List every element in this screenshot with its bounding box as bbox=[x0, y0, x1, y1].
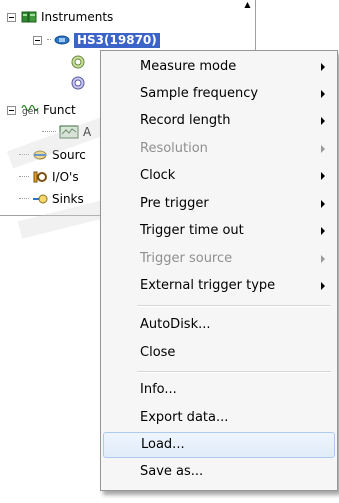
context-menu: Measure mode Sample frequency Record len… bbox=[100, 50, 338, 491]
tree-item-channel-2[interactable] bbox=[70, 74, 90, 90]
menu-item-load[interactable]: Load... bbox=[103, 432, 335, 458]
sinks-icon bbox=[32, 192, 48, 206]
tree-connector bbox=[42, 131, 56, 133]
tree-item-function-generator[interactable]: gen Funct bbox=[7, 102, 76, 118]
tree-connector bbox=[19, 198, 29, 200]
submenu-arrow-icon bbox=[321, 227, 325, 235]
collapse-icon[interactable] bbox=[7, 105, 16, 115]
menu-item-resolution[interactable]: Resolution bbox=[103, 136, 335, 162]
menu-item-label: Info... bbox=[140, 382, 177, 397]
generator-icon: gen bbox=[21, 103, 39, 117]
source-icon bbox=[32, 148, 48, 162]
submenu-arrow-icon bbox=[321, 117, 325, 125]
tree-item-label: I/O's bbox=[52, 170, 79, 184]
channel-icon bbox=[70, 75, 86, 90]
menu-item-label: Save as... bbox=[140, 464, 204, 479]
menu-item-label: AutoDisk... bbox=[140, 317, 211, 332]
menu-item-label: Trigger time out bbox=[140, 223, 244, 238]
menu-item-label: External trigger type bbox=[140, 278, 276, 293]
submenu-arrow-icon bbox=[321, 172, 325, 180]
menu-item-external-trigger-type[interactable]: External trigger type bbox=[103, 273, 335, 299]
tree-item-sources[interactable]: Sourc bbox=[19, 147, 86, 163]
tree-item-label: Funct bbox=[43, 103, 76, 117]
tree-item-sinks[interactable]: Sinks bbox=[19, 191, 84, 207]
tree-item-display[interactable]: A bbox=[42, 124, 91, 140]
scroll-up-arrow-icon[interactable]: ▲ bbox=[243, 0, 252, 10]
generator-icon-text: gen bbox=[22, 107, 39, 117]
menu-item-clock[interactable]: Clock bbox=[103, 163, 335, 189]
menu-item-label: Load... bbox=[141, 437, 185, 452]
tree-connector bbox=[19, 176, 29, 178]
tree-item-ios[interactable]: I/O's bbox=[19, 169, 79, 185]
tree-item-label: HS3(19870) bbox=[74, 32, 160, 48]
menu-item-info[interactable]: Info... bbox=[103, 377, 335, 403]
menu-separator bbox=[137, 371, 331, 373]
menu-item-trigger-time-out[interactable]: Trigger time out bbox=[103, 218, 335, 244]
submenu-arrow-icon bbox=[321, 200, 325, 208]
menu-item-sample-frequency[interactable]: Sample frequency bbox=[103, 81, 335, 107]
display-icon bbox=[59, 125, 79, 139]
menu-item-label: Export data... bbox=[140, 410, 229, 425]
menu-item-label: Clock bbox=[140, 168, 176, 183]
menu-item-label: Resolution bbox=[140, 141, 208, 156]
collapse-icon[interactable] bbox=[33, 35, 42, 45]
menu-item-label: Measure mode bbox=[140, 59, 237, 74]
tree-connector bbox=[47, 39, 51, 41]
tree-item-channel-1[interactable] bbox=[70, 53, 90, 69]
io-icon bbox=[32, 170, 48, 184]
menu-item-export-data[interactable]: Export data... bbox=[103, 405, 335, 431]
menu-separator bbox=[137, 305, 331, 307]
collapse-icon[interactable] bbox=[7, 12, 16, 22]
tree-connector bbox=[19, 154, 29, 156]
submenu-arrow-icon bbox=[321, 282, 325, 290]
device-icon bbox=[54, 33, 70, 47]
menu-item-label: Sample frequency bbox=[140, 86, 259, 101]
tree-item-label: Sourc bbox=[52, 148, 86, 162]
tree-item-hs3[interactable]: HS3(19870) bbox=[33, 32, 160, 48]
menu-item-label: Close bbox=[140, 345, 176, 360]
menu-item-autodisk[interactable]: AutoDisk... bbox=[103, 312, 335, 338]
menu-item-label: Trigger source bbox=[140, 251, 233, 266]
submenu-arrow-icon bbox=[321, 255, 325, 263]
menu-item-close[interactable]: Close bbox=[103, 340, 335, 366]
submenu-arrow-icon bbox=[321, 90, 325, 98]
menu-item-measure-mode[interactable]: Measure mode bbox=[103, 54, 335, 80]
instruments-icon bbox=[21, 10, 37, 24]
submenu-arrow-icon bbox=[321, 145, 325, 153]
menu-item-trigger-source[interactable]: Trigger source bbox=[103, 246, 335, 272]
channel-icon bbox=[70, 54, 86, 69]
menu-item-label: Record length bbox=[140, 113, 231, 128]
tree-item-label: Instruments bbox=[41, 10, 114, 24]
tree-item-label: Sinks bbox=[52, 192, 84, 206]
tree-item-label: A bbox=[83, 125, 92, 139]
menu-item-label: Pre trigger bbox=[140, 196, 209, 211]
tree-item-instruments[interactable]: Instruments bbox=[7, 9, 113, 25]
menu-item-pre-trigger[interactable]: Pre trigger bbox=[103, 191, 335, 217]
submenu-arrow-icon bbox=[321, 63, 325, 71]
menu-item-record-length[interactable]: Record length bbox=[103, 108, 335, 134]
menu-item-save-as[interactable]: Save as... bbox=[103, 459, 335, 485]
